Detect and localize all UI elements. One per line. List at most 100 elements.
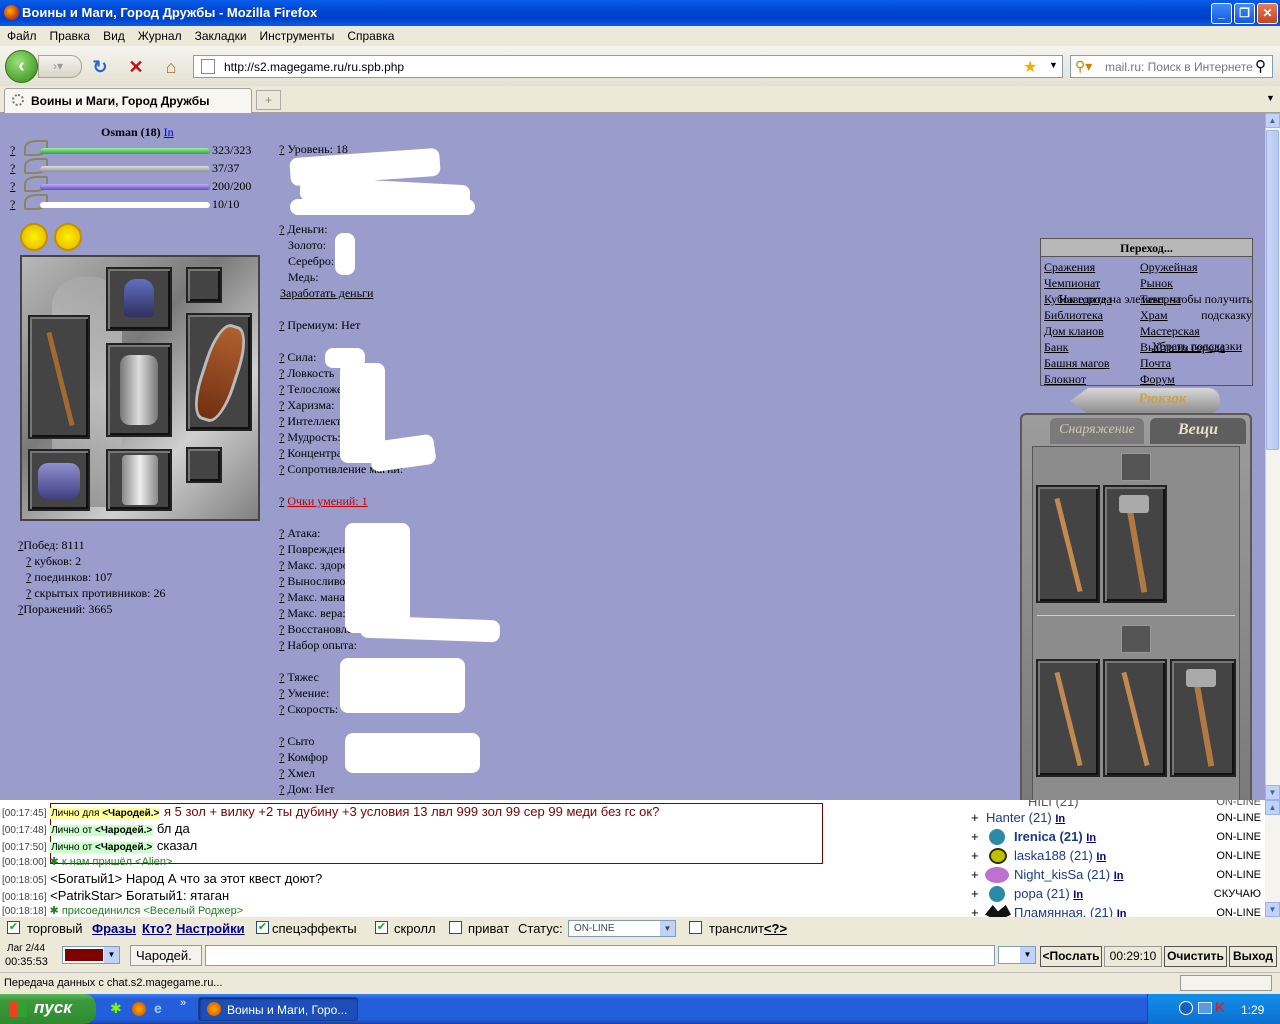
chat-nick[interactable]: <Чародей.> — [95, 842, 152, 853]
search-go-icon[interactable]: ⚲ — [1255, 57, 1266, 75]
menu-bookmarks[interactable]: Закладки — [188, 26, 253, 43]
level-help[interactable]: ? — [279, 142, 284, 156]
user-info-link[interactable]: In — [1073, 889, 1083, 901]
tab-equipment[interactable]: Снаряжение — [1050, 418, 1144, 444]
item-slot[interactable] — [1103, 485, 1167, 603]
userlist-scroll-down[interactable]: ▼ — [1265, 902, 1280, 917]
ie-quicklaunch-icon[interactable]: e — [154, 1000, 162, 1016]
speed-help[interactable]: ? — [279, 702, 284, 716]
user-name-partial[interactable]: HILI (21) — [1028, 800, 1079, 809]
scroll-down-arrow[interactable]: ▼ — [1265, 785, 1280, 800]
menu-help[interactable]: Справка — [340, 26, 400, 43]
chat-nick[interactable]: <Чародей.> — [102, 808, 159, 819]
user-info-link[interactable]: In — [1114, 870, 1124, 882]
bookmark-star-icon[interactable]: ★ — [1023, 57, 1037, 77]
skill-points-link[interactable]: Очки умений: 1 — [287, 494, 367, 508]
tab-list-icon[interactable]: ▼ — [1266, 93, 1275, 103]
premium-help[interactable]: ? — [279, 318, 284, 332]
energy-help[interactable]: ? — [10, 197, 15, 212]
search-engine-icon[interactable]: ⚲▾ — [1075, 58, 1092, 75]
search-input[interactable]: mail.ru: Поиск в Интернете — [1070, 55, 1273, 78]
menu-tools[interactable]: Инструменты — [253, 26, 341, 43]
expand-icon[interactable]: + — [971, 886, 979, 901]
tray-collapse-icon[interactable] — [1179, 1001, 1193, 1015]
goto-armory[interactable]: Оружейная — [1140, 260, 1198, 275]
menu-history[interactable]: Журнал — [131, 26, 188, 43]
buff-sun-icon[interactable] — [20, 223, 48, 251]
status-select[interactable]: ON-LINE ▼ — [568, 920, 676, 937]
heaviness-help[interactable]: ? — [279, 670, 284, 684]
scroll-up-arrow[interactable]: ▲ — [1265, 113, 1280, 128]
user-name[interactable]: Irenica (21) — [1014, 829, 1083, 844]
user-info-link[interactable]: In — [1117, 908, 1127, 917]
effects-checkbox[interactable]: ✔ — [256, 921, 269, 934]
player-info-link[interactable]: In — [164, 125, 174, 139]
settings-link[interactable]: Настройки — [176, 921, 245, 936]
chevron-down-icon[interactable]: ▼ — [660, 921, 675, 936]
chat-nick[interactable]: <Богатый1> — [50, 871, 122, 886]
home-icon[interactable]: ⌂ — [160, 56, 182, 78]
user-info-link[interactable]: In — [1055, 813, 1065, 825]
damage-help[interactable]: ? — [279, 542, 284, 556]
duels-help[interactable]: ? — [26, 570, 31, 584]
goto-mage-tower[interactable]: Башня магов — [1044, 356, 1110, 371]
item-slot[interactable] — [1103, 659, 1167, 777]
translit-checkbox[interactable] — [689, 921, 702, 934]
max-mana-help[interactable]: ? — [279, 590, 284, 604]
goto-notepad[interactable]: Блокнот — [1044, 372, 1086, 387]
amulet-slot[interactable] — [186, 267, 222, 303]
expand-icon[interactable]: + — [971, 905, 979, 917]
weapon-slot[interactable] — [28, 315, 90, 439]
faith-help[interactable]: ? — [10, 179, 15, 194]
cups-help[interactable]: ? — [26, 554, 31, 568]
boots-slot[interactable] — [106, 449, 172, 511]
forward-button[interactable]: ›▾ — [38, 55, 82, 78]
chat-nick[interactable]: <Чародей.> — [95, 825, 152, 836]
intellect-help[interactable]: ? — [279, 414, 284, 428]
trade-checkbox[interactable]: ✔ — [7, 921, 20, 934]
earn-money-link[interactable]: Заработать деньги — [280, 286, 373, 301]
user-name[interactable]: Hanter (21) — [986, 810, 1052, 825]
concentration-help[interactable]: ? — [279, 446, 284, 460]
user-row[interactable]: + laska188 (21) In ON-LINE — [971, 848, 1261, 867]
send-button[interactable]: <Послать — [1040, 946, 1102, 967]
expand-icon[interactable]: + — [971, 867, 979, 882]
user-info-link[interactable]: In — [1096, 851, 1106, 863]
user-row[interactable]: + popa (21) In СКУЧАЮ — [971, 886, 1261, 905]
new-tab-button[interactable]: + — [256, 90, 281, 110]
nick-field[interactable]: Чародей. — [130, 945, 202, 966]
user-name[interactable]: Night_kisSa (21) — [1014, 867, 1110, 882]
who-link[interactable]: Кто? — [142, 921, 172, 936]
translit-help-link[interactable]: <?> — [764, 921, 787, 936]
close-button[interactable]: ✕ — [1257, 3, 1278, 24]
hidden-help[interactable]: ? — [26, 586, 31, 600]
goto-bank[interactable]: Банк — [1044, 340, 1068, 355]
menu-file[interactable]: Файл — [0, 26, 43, 43]
hp-help[interactable]: ? — [10, 143, 15, 158]
constitution-help[interactable]: ? — [279, 382, 284, 396]
expand-icon[interactable]: + — [971, 810, 979, 825]
item-category-icon[interactable] — [1121, 625, 1151, 653]
wisdom-help[interactable]: ? — [279, 430, 284, 444]
quicklaunch-more-icon[interactable]: » — [180, 997, 186, 1009]
page-scroll-thumb[interactable] — [1266, 130, 1279, 450]
comfort-help[interactable]: ? — [279, 750, 284, 764]
phrases-link[interactable]: Фразы — [92, 921, 136, 936]
firefox-quicklaunch-icon[interactable] — [132, 1002, 146, 1016]
userlist-scroll-up[interactable]: ▲ — [1265, 800, 1280, 815]
expand-icon[interactable]: + — [971, 848, 979, 863]
hp-regen-help[interactable]: ? — [279, 622, 284, 636]
chevron-down-icon[interactable]: ▼ — [1020, 947, 1035, 963]
network-icon[interactable] — [1198, 1002, 1212, 1014]
helmet-slot[interactable] — [106, 267, 172, 331]
home-help[interactable]: ? — [279, 782, 284, 796]
tab-active[interactable]: Воины и Маги, Город Дружбы — [4, 88, 252, 113]
minimize-button[interactable]: _ — [1211, 3, 1232, 24]
chat-nick[interactable]: <PatrikStar> — [50, 888, 122, 903]
goto-market[interactable]: Рынок — [1140, 276, 1173, 291]
ring-slot[interactable] — [186, 447, 222, 483]
smiley-select[interactable]: ▼ — [998, 946, 1036, 964]
item-slot[interactable] — [1036, 485, 1100, 603]
agility-help[interactable]: ? — [279, 366, 284, 380]
max-faith-help[interactable]: ? — [279, 606, 284, 620]
